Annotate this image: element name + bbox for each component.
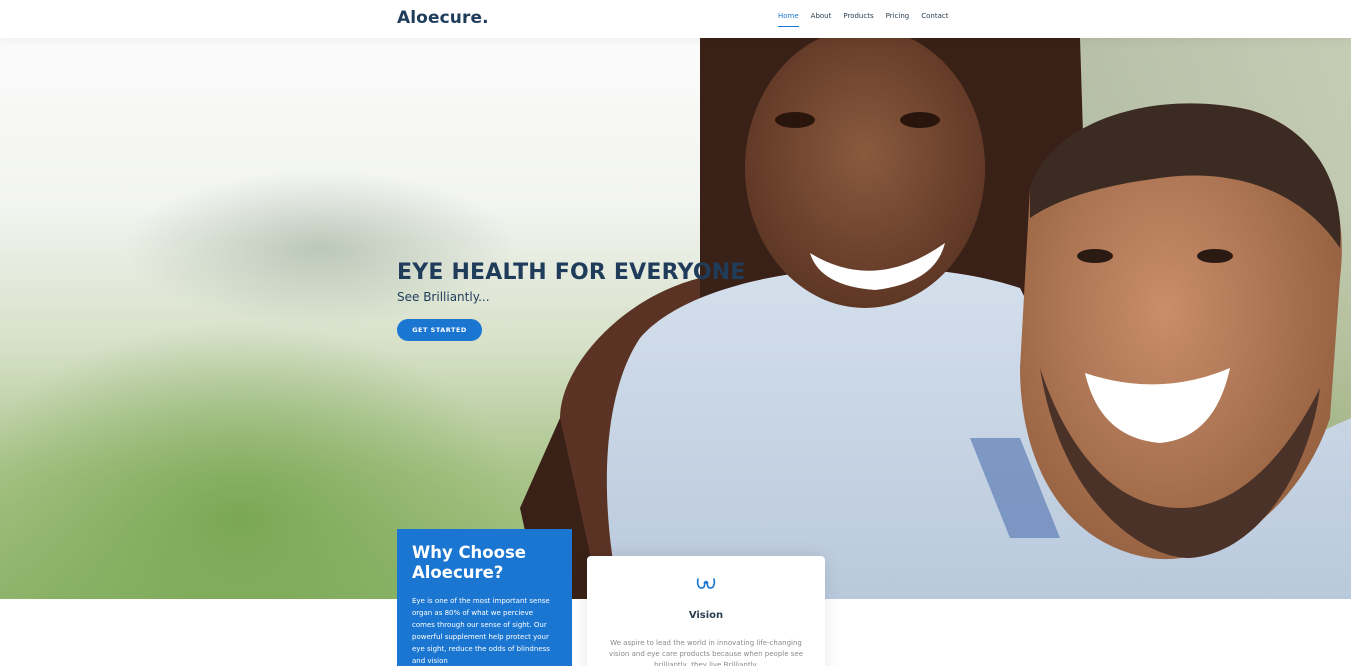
hero-section: EYE HEALTH FOR EVERYONE See Brilliantly.…	[0, 38, 1351, 599]
vision-title: Vision	[688, 610, 724, 621]
hero-couple-photo	[520, 38, 1351, 599]
nav-pricing[interactable]: Pricing	[886, 12, 910, 27]
vision-card: Vision We aspire to lead the world in in…	[587, 556, 825, 666]
nav-home[interactable]: Home	[778, 12, 799, 27]
why-choose-box: Why Choose Aloecure? Eye is one of the m…	[397, 529, 572, 666]
glasses-icon	[696, 578, 716, 589]
why-choose-text: Eye is one of the most important sense o…	[412, 597, 550, 665]
site-logo[interactable]: Aloecure.	[397, 8, 489, 28]
hero-title: EYE HEALTH FOR EVERYONE	[397, 260, 746, 285]
nav-about[interactable]: About	[811, 12, 832, 27]
nav-contact[interactable]: Contact	[921, 12, 948, 27]
nav-products[interactable]: Products	[843, 12, 873, 27]
site-header: Aloecure. Home About Products Pricing Co…	[0, 0, 1351, 38]
vision-text: We aspire to lead the world in innovatin…	[608, 639, 804, 666]
main-nav: Home About Products Pricing Contact	[778, 12, 948, 27]
hero-subtitle: See Brilliantly...	[397, 290, 490, 304]
why-choose-title: Why Choose Aloecure?	[412, 543, 526, 582]
get-started-button[interactable]: GET STARTED	[397, 319, 482, 341]
